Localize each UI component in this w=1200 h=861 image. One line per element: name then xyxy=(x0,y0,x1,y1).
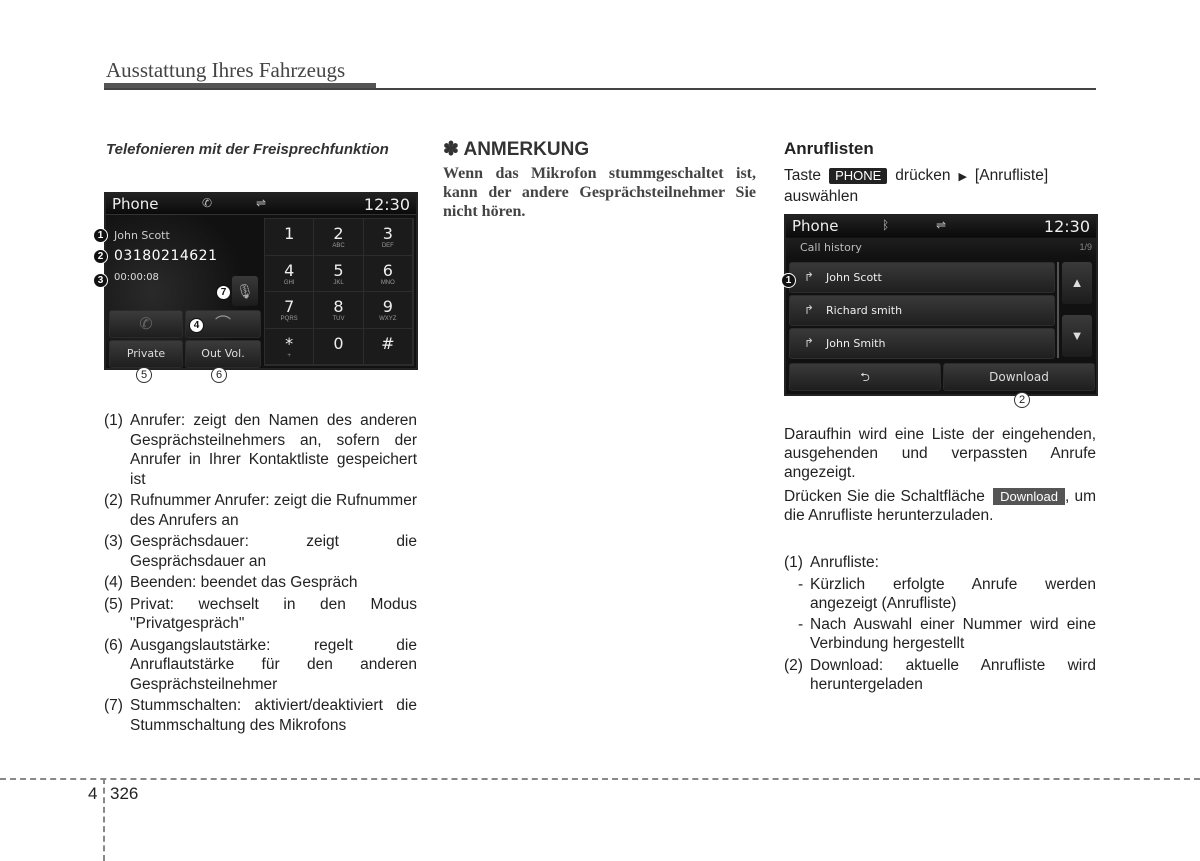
screen-clock: 12:30 xyxy=(363,195,410,214)
call-list-instruction: Taste PHONE drücken ▶ [Anrufliste] auswählen xyxy=(784,167,1049,205)
footer-divider xyxy=(103,778,105,861)
microphone-mute-icon: 🎙 xyxy=(236,283,254,299)
description-item: (1) Anrufer: zeigt den Namen des anderen … xyxy=(104,412,417,488)
keypad-key-4[interactable]: 4 GHI xyxy=(265,255,315,292)
callout-1: 1 xyxy=(781,273,796,288)
back-arrow-icon: ⮌ xyxy=(860,370,870,384)
caller-name: John Scott xyxy=(114,229,170,242)
screen-description-list: (1) Anrufer: zeigt den Namen des anderen … xyxy=(104,411,417,737)
header-rule xyxy=(104,88,1096,90)
usb-icon: ⇌ xyxy=(936,218,947,232)
page-indicator: 1/9 xyxy=(1079,242,1092,252)
callout-6: 6 xyxy=(211,367,227,383)
call-handset-icon: ✆ xyxy=(139,314,153,333)
outgoing-call-icon: ↱ xyxy=(804,270,815,284)
call-duration: 00:00:08 xyxy=(114,272,159,283)
chapter-header-title: Ausstattung Ihres Fahrzeugs xyxy=(106,58,346,82)
back-button[interactable]: ⮌ xyxy=(789,363,941,391)
keypad-key-2[interactable]: 2 ABC xyxy=(314,219,364,256)
note-heading: ✽ ANMERKUNG xyxy=(443,139,590,160)
phone-call-screen: Phone ✆ ⇌ 12:30 John Scott 03180214621 0… xyxy=(104,192,418,370)
callout-2: 2 xyxy=(93,249,108,264)
keypad-key-0[interactable]: 0 xyxy=(314,328,364,365)
footer-rule xyxy=(0,778,1200,780)
keypad-key-6[interactable]: 6 MNO xyxy=(363,255,413,292)
keypad-key-9[interactable]: 9 WXYZ xyxy=(363,292,413,329)
screen-app-title: Phone xyxy=(112,195,159,213)
keypad-key-star[interactable]: * + xyxy=(265,328,315,365)
call-history-item[interactable]: ↱ John Scott xyxy=(789,262,1055,293)
description-subitem: - Nach Auswahl einer Nummer wird eine Ver… xyxy=(798,615,1096,653)
keypad-key-hash[interactable]: # xyxy=(363,328,413,365)
screen-status-bar: Phone ✆ ⇌ 12:30 xyxy=(106,194,416,215)
keypad-key-1[interactable]: 1 xyxy=(265,219,315,256)
usb-icon: ⇌ xyxy=(256,196,267,210)
note-text: Wenn das Mikrofon stummgeschaltet ist, k… xyxy=(443,165,756,220)
triangle-up-icon: ▲ xyxy=(1070,275,1084,290)
callout-4: 4 xyxy=(189,318,204,333)
screen-status-bar: Phone ᛒ ⇌ 12:30 xyxy=(786,216,1096,237)
dial-keypad: 1 2 ABC 3 DEF 4 GHI 5 JKL 6 MNO 7 PQRS 8 TUV 9W… xyxy=(264,218,414,366)
keypad-key-7[interactable]: 7 PQRS xyxy=(265,292,315,329)
keypad-key-3[interactable]: 3 DEF xyxy=(363,219,413,256)
download-button[interactable]: Download xyxy=(943,363,1095,391)
call-button[interactable]: ✆ xyxy=(109,310,183,338)
private-button[interactable]: Private xyxy=(109,340,183,368)
callout-2: 2 xyxy=(1014,392,1030,408)
out-volume-button[interactable]: Out Vol. xyxy=(185,340,261,368)
call-history-header: Call history 1/9 xyxy=(786,238,1096,258)
description-item: (6) Ausgangslautstärke: regelt die Anrufl… xyxy=(104,636,417,693)
chapter-number: 4 xyxy=(88,784,98,803)
call-list-description-list: (1) Anrufliste: - Kürzlich erfolgte Anrufe… xyxy=(784,553,1096,697)
description-item: (7) Stummschalten: aktiviert/deaktiviert … xyxy=(104,697,417,734)
section-title-handsfree: Telefonieren mit der Freisprechfunktion xyxy=(106,141,389,158)
call-history-title: Call history xyxy=(800,241,862,254)
description-item: (3) Gesprächsdauer: zeigt die Gesprächsda… xyxy=(104,533,417,570)
handset-icon: ✆ xyxy=(202,196,213,210)
outgoing-call-icon: ↱ xyxy=(804,336,815,350)
mute-microphone-button[interactable]: 🎙 xyxy=(232,276,258,306)
outgoing-call-icon: ↱ xyxy=(804,303,815,317)
description-item: (4) Beenden: beendet das Gespräch xyxy=(104,574,358,591)
section-title-call-lists: Anruflisten xyxy=(784,139,874,158)
call-history-item[interactable]: ↱ John Smith xyxy=(789,328,1055,359)
keypad-key-5[interactable]: 5 JKL xyxy=(314,255,364,292)
description-item: (2) Rufnummer Anrufer: zeigt die Rufnumme… xyxy=(104,492,417,529)
triangle-down-icon: ▼ xyxy=(1070,328,1084,343)
description-subitem: - Kürzlich erfolgte Anrufe werden angezei… xyxy=(798,575,1096,613)
description-item: (5) Privat: wechselt in den Modus "Privat… xyxy=(104,595,417,633)
description-item: (2) Download: aktuelle Anrufliste wird he… xyxy=(784,656,1096,694)
callout-5: 5 xyxy=(136,367,152,383)
caller-number: 03180214621 xyxy=(114,248,218,264)
scroll-down-button[interactable]: ▼ xyxy=(1062,315,1092,357)
call-history-screen: Phone ᛒ ⇌ 12:30 Call history 1/9 ↱ John S… xyxy=(784,214,1098,396)
bluetooth-icon: ᛒ xyxy=(882,218,890,232)
callout-3: 3 xyxy=(93,273,108,288)
page-number: 326 xyxy=(110,784,139,803)
scroll-up-button[interactable]: ▲ xyxy=(1062,262,1092,304)
callout-7: 7 xyxy=(216,285,231,300)
call-list-explanation: Daraufhin wird eine Liste der eingehende… xyxy=(784,426,1096,524)
callout-1: 1 xyxy=(93,228,108,243)
list-scrollbar[interactable] xyxy=(1057,262,1059,358)
keypad-key-8[interactable]: 8 TUV xyxy=(314,292,364,329)
phone-key-label: PHONE xyxy=(829,168,888,184)
hang-up-icon: ⌒ xyxy=(214,314,231,333)
description-item: (1) Anrufliste: xyxy=(784,554,879,571)
screen-clock: 12:30 xyxy=(1043,217,1090,236)
screen-app-title: Phone xyxy=(792,217,839,235)
arrow-right-icon: ▶ xyxy=(958,171,967,183)
download-button-label: Download xyxy=(993,488,1065,505)
call-history-item[interactable]: ↱ Richard smith xyxy=(789,295,1055,326)
